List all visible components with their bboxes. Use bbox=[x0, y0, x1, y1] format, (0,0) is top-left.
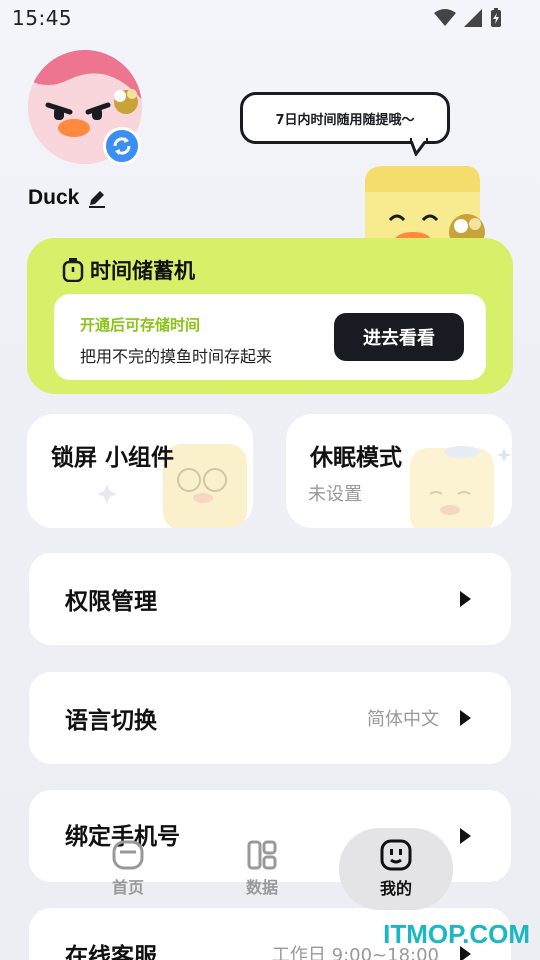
sparkle-icon bbox=[97, 484, 117, 504]
chevron-right-icon bbox=[460, 710, 471, 726]
enter-button[interactable]: 进去看看 bbox=[334, 313, 464, 361]
sleep-mode-title: 休眠模式 bbox=[310, 445, 402, 471]
edit-pencil-icon[interactable] bbox=[87, 188, 107, 208]
chevron-right-icon bbox=[460, 591, 471, 607]
time-saver-description: 把用不完的摸鱼时间存起来 bbox=[80, 347, 273, 366]
status-time: 15:45 bbox=[12, 6, 73, 30]
sleep-mode-card[interactable]: 休眠模式 未设置 bbox=[286, 414, 512, 528]
bubble-tail-icon bbox=[410, 138, 428, 156]
tab-data[interactable]: 数据 bbox=[212, 828, 312, 910]
tab-label: 我的 bbox=[379, 879, 412, 898]
username-row[interactable]: Duck bbox=[28, 186, 107, 210]
grid-icon bbox=[247, 840, 277, 870]
lock-widget-card[interactable]: 锁屏 小组件 bbox=[27, 414, 253, 528]
row-label: 语言切换 bbox=[65, 708, 157, 734]
timer-icon bbox=[62, 258, 84, 282]
bottom-tab-bar: 首页 数据 我的 bbox=[60, 828, 476, 910]
signal-icon bbox=[464, 9, 482, 27]
row-permissions[interactable]: 权限管理 bbox=[29, 553, 511, 645]
tab-label: 首页 bbox=[111, 878, 144, 897]
row-value: 简体中文 bbox=[367, 709, 439, 730]
battery-icon bbox=[491, 8, 501, 27]
status-icons bbox=[434, 8, 502, 28]
time-saver-header: 时间储蓄机 bbox=[62, 255, 195, 285]
tab-home[interactable]: 首页 bbox=[78, 828, 178, 910]
speech-bubble: 7日内时间随用随提哦～ bbox=[240, 92, 450, 144]
tab-mine[interactable]: 我的 bbox=[339, 828, 453, 910]
username: Duck bbox=[28, 186, 80, 209]
profile-face-icon bbox=[380, 839, 412, 871]
row-label: 在线客服 bbox=[65, 944, 157, 960]
sleeping-mascot-icon bbox=[410, 446, 511, 528]
time-saver-subtitle: 开通后可存储时间 bbox=[80, 316, 201, 334]
sleep-mode-status: 未设置 bbox=[308, 484, 362, 505]
time-saver-title: 时间储蓄机 bbox=[90, 259, 195, 283]
row-label: 权限管理 bbox=[65, 589, 157, 615]
sync-icon bbox=[113, 137, 131, 155]
status-bar: 15:45 bbox=[0, 0, 540, 36]
row-language[interactable]: 语言切换 简体中文 bbox=[29, 672, 511, 764]
watermark: ITMOP.COM bbox=[383, 919, 530, 949]
home-face-icon bbox=[112, 840, 144, 870]
sync-badge[interactable] bbox=[103, 127, 141, 165]
tab-label: 数据 bbox=[245, 878, 278, 897]
lock-widget-title: 锁屏 小组件 bbox=[51, 445, 175, 471]
wifi-icon bbox=[434, 9, 456, 26]
